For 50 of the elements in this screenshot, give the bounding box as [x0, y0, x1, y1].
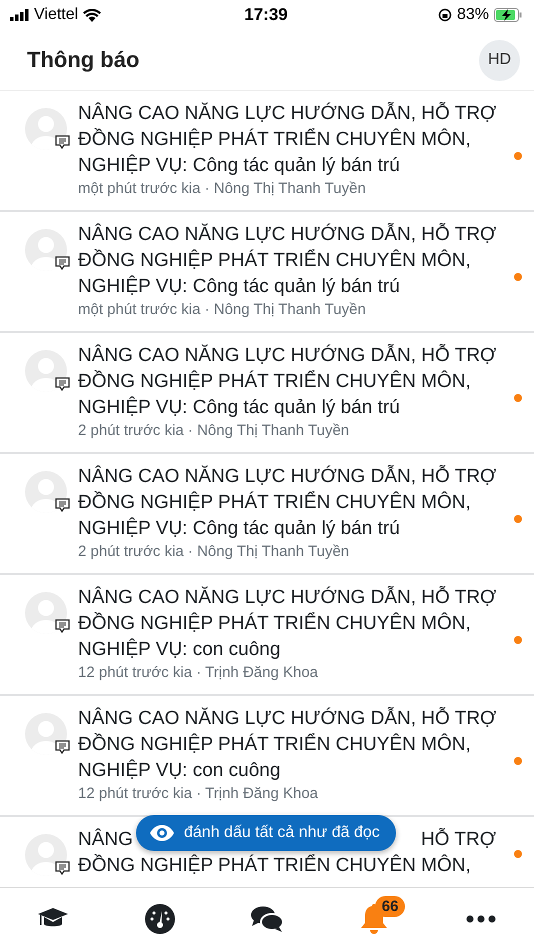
notification-meta: một phút trước kia · Nông Thị Thanh Tuyền [78, 179, 367, 199]
avatar-icon [25, 834, 67, 876]
battery-percent: 83% [456, 6, 490, 24]
notification-title: ĐỒNG NGHIỆP PHÁT TRIỂN CHUYÊN MÔN, [78, 853, 472, 878]
page-title: Thông báo [27, 47, 140, 73]
notification-meta: 12 phút trước kia · Trịnh Đăng Khoa [78, 784, 319, 804]
notification-title-fragment: HỖ TRỢ [420, 827, 496, 852]
notification-meta: 12 phút trước kia · Trịnh Đăng Khoa [78, 663, 319, 683]
notification-meta: một phút trước kia · Nông Thị Thanh Tuyền [78, 300, 367, 320]
wifi-icon [83, 8, 102, 22]
notification-item[interactable]: NÂNG CAO NĂNG LỰC HƯỚNG DẪN, HỖ TRỢ ĐỒNG NGHIỆP PHÁT TRIỂN CHUYÊN MÔN, NGHIỆP VỤ: Công tác quản lý bán trú một phút trước kia · Nông Thị Thanh Tuyền [0, 91, 534, 212]
comment-icon [55, 619, 70, 633]
notification-title: NÂNG CAO NĂNG LỰC HƯỚNG DẪN, HỖ TRỢ ĐỒNG NGHIỆP PHÁT TRIỂN CHUYÊN MÔN, NGHIỆP VỤ: Công tác quản lý bán trú [78, 222, 498, 299]
comment-icon [55, 861, 70, 875]
notification-title: NÂNG CAO NĂNG LỰC HƯỚNG DẪN, HỖ TRỢ ĐỒNG NGHIỆP PHÁT TRIỂN CHUYÊN MÔN, NGHIỆP VỤ: Công tác quản lý bán trú [78, 464, 498, 541]
notification-count: 66 [374, 896, 406, 917]
rotation-lock-icon [438, 8, 452, 22]
avatar-icon [25, 229, 67, 271]
notification-meta: 2 phút trước kia · Nông Thị Thanh Tuyền [78, 421, 350, 441]
mark-all-read-toast[interactable]: đánh dấu tất cả như đã đọc [136, 815, 396, 851]
user-avatar[interactable]: HD [479, 40, 520, 80]
comment-icon [55, 377, 70, 391]
comment-icon [55, 135, 70, 149]
clock-time: 17:39 [244, 5, 288, 25]
notification-item[interactable]: NÂNG CAO NĂNG LỰC HƯỚNG DẪN, HỖ TRỢ ĐỒNG NGHIỆP PHÁT TRIỂN CHUYÊN MÔN, NGHIỆP VỤ: Công tác quản lý bán trú một phút trước kia · Nông Thị Thanh Tuyền [0, 212, 534, 333]
nav-tab[interactable]: 66 [344, 894, 404, 944]
notification-item[interactable]: NÂNG CAO NĂNG LỰC HƯỚNG DẪN, HỖ TRỢ ĐỒNG NGHIỆP PHÁT TRIỂN CHUYÊN MÔN, NGHIỆP VỤ: Công tác quản lý bán trú 2 phút trước kia · Nông Thị Thanh Tuyền [0, 454, 534, 575]
signal-icon [10, 9, 29, 21]
eye-icon [150, 825, 174, 841]
gauge-icon [144, 903, 176, 935]
notification-title: NÂNG CAO NĂNG LỰC HƯỚNG DẪN, HỖ TRỢ ĐỒNG NGHIỆP PHÁT TRIỂN CHUYÊN MÔN, NGHIỆP VỤ: Công tác quản lý bán trú [78, 101, 498, 178]
more-icon [466, 915, 496, 923]
comment-icon [55, 740, 70, 754]
carrier-name: Viettel [34, 6, 78, 24]
notification-item[interactable]: NÂNG CAO NĂNG LỰC HƯỚNG DẪN, HỖ TRỢ ĐỒNG NGHIỆP PHÁT TRIỂN CHUYÊN MÔN, NGHIỆP VỤ: con cuông 12 phút trước kia · Trịnh Đăng Khoa [0, 575, 534, 696]
avatar-icon [25, 471, 67, 513]
avatar-icon [25, 350, 67, 392]
comment-icon [55, 498, 70, 512]
comment-icon [55, 256, 70, 270]
avatar-icon [25, 713, 67, 755]
battery-charging-icon [494, 8, 522, 22]
notification-meta: 2 phút trước kia · Nông Thị Thanh Tuyền [78, 542, 350, 562]
notification-item[interactable]: NÂNG CAO NĂNG LỰC HƯỚNG DẪN, HỖ TRỢ ĐỒNG NGHIỆP PHÁT TRIỂN CHUYÊN MÔN, NGHIỆP VỤ: Công tác quản lý bán trú 2 phút trước kia · Nông Thị Thanh Tuyền [0, 333, 534, 454]
avatar-icon [25, 592, 67, 634]
notification-title: NÂNG CAO NĂNG LỰC HƯỚNG DẪN, HỖ TRỢ ĐỒNG NGHIỆP PHÁT TRIỂN CHUYÊN MÔN, NGHIỆP VỤ: con cuông [78, 585, 498, 662]
notification-title-fragment: NÂNG [78, 827, 133, 852]
notification-title: NÂNG CAO NĂNG LỰC HƯỚNG DẪN, HỖ TRỢ ĐỒNG NGHIỆP PHÁT TRIỂN CHUYÊN MÔN, NGHIỆP VỤ: con cuông [78, 706, 498, 783]
chat-bubbles-icon [250, 905, 284, 933]
notification-title: NÂNG CAO NĂNG LỰC HƯỚNG DẪN, HỖ TRỢ ĐỒNG NGHIỆP PHÁT TRIỂN CHUYÊN MÔN, NGHIỆP VỤ: Công tác quản lý bán trú [78, 343, 498, 420]
avatar-icon [25, 108, 67, 150]
